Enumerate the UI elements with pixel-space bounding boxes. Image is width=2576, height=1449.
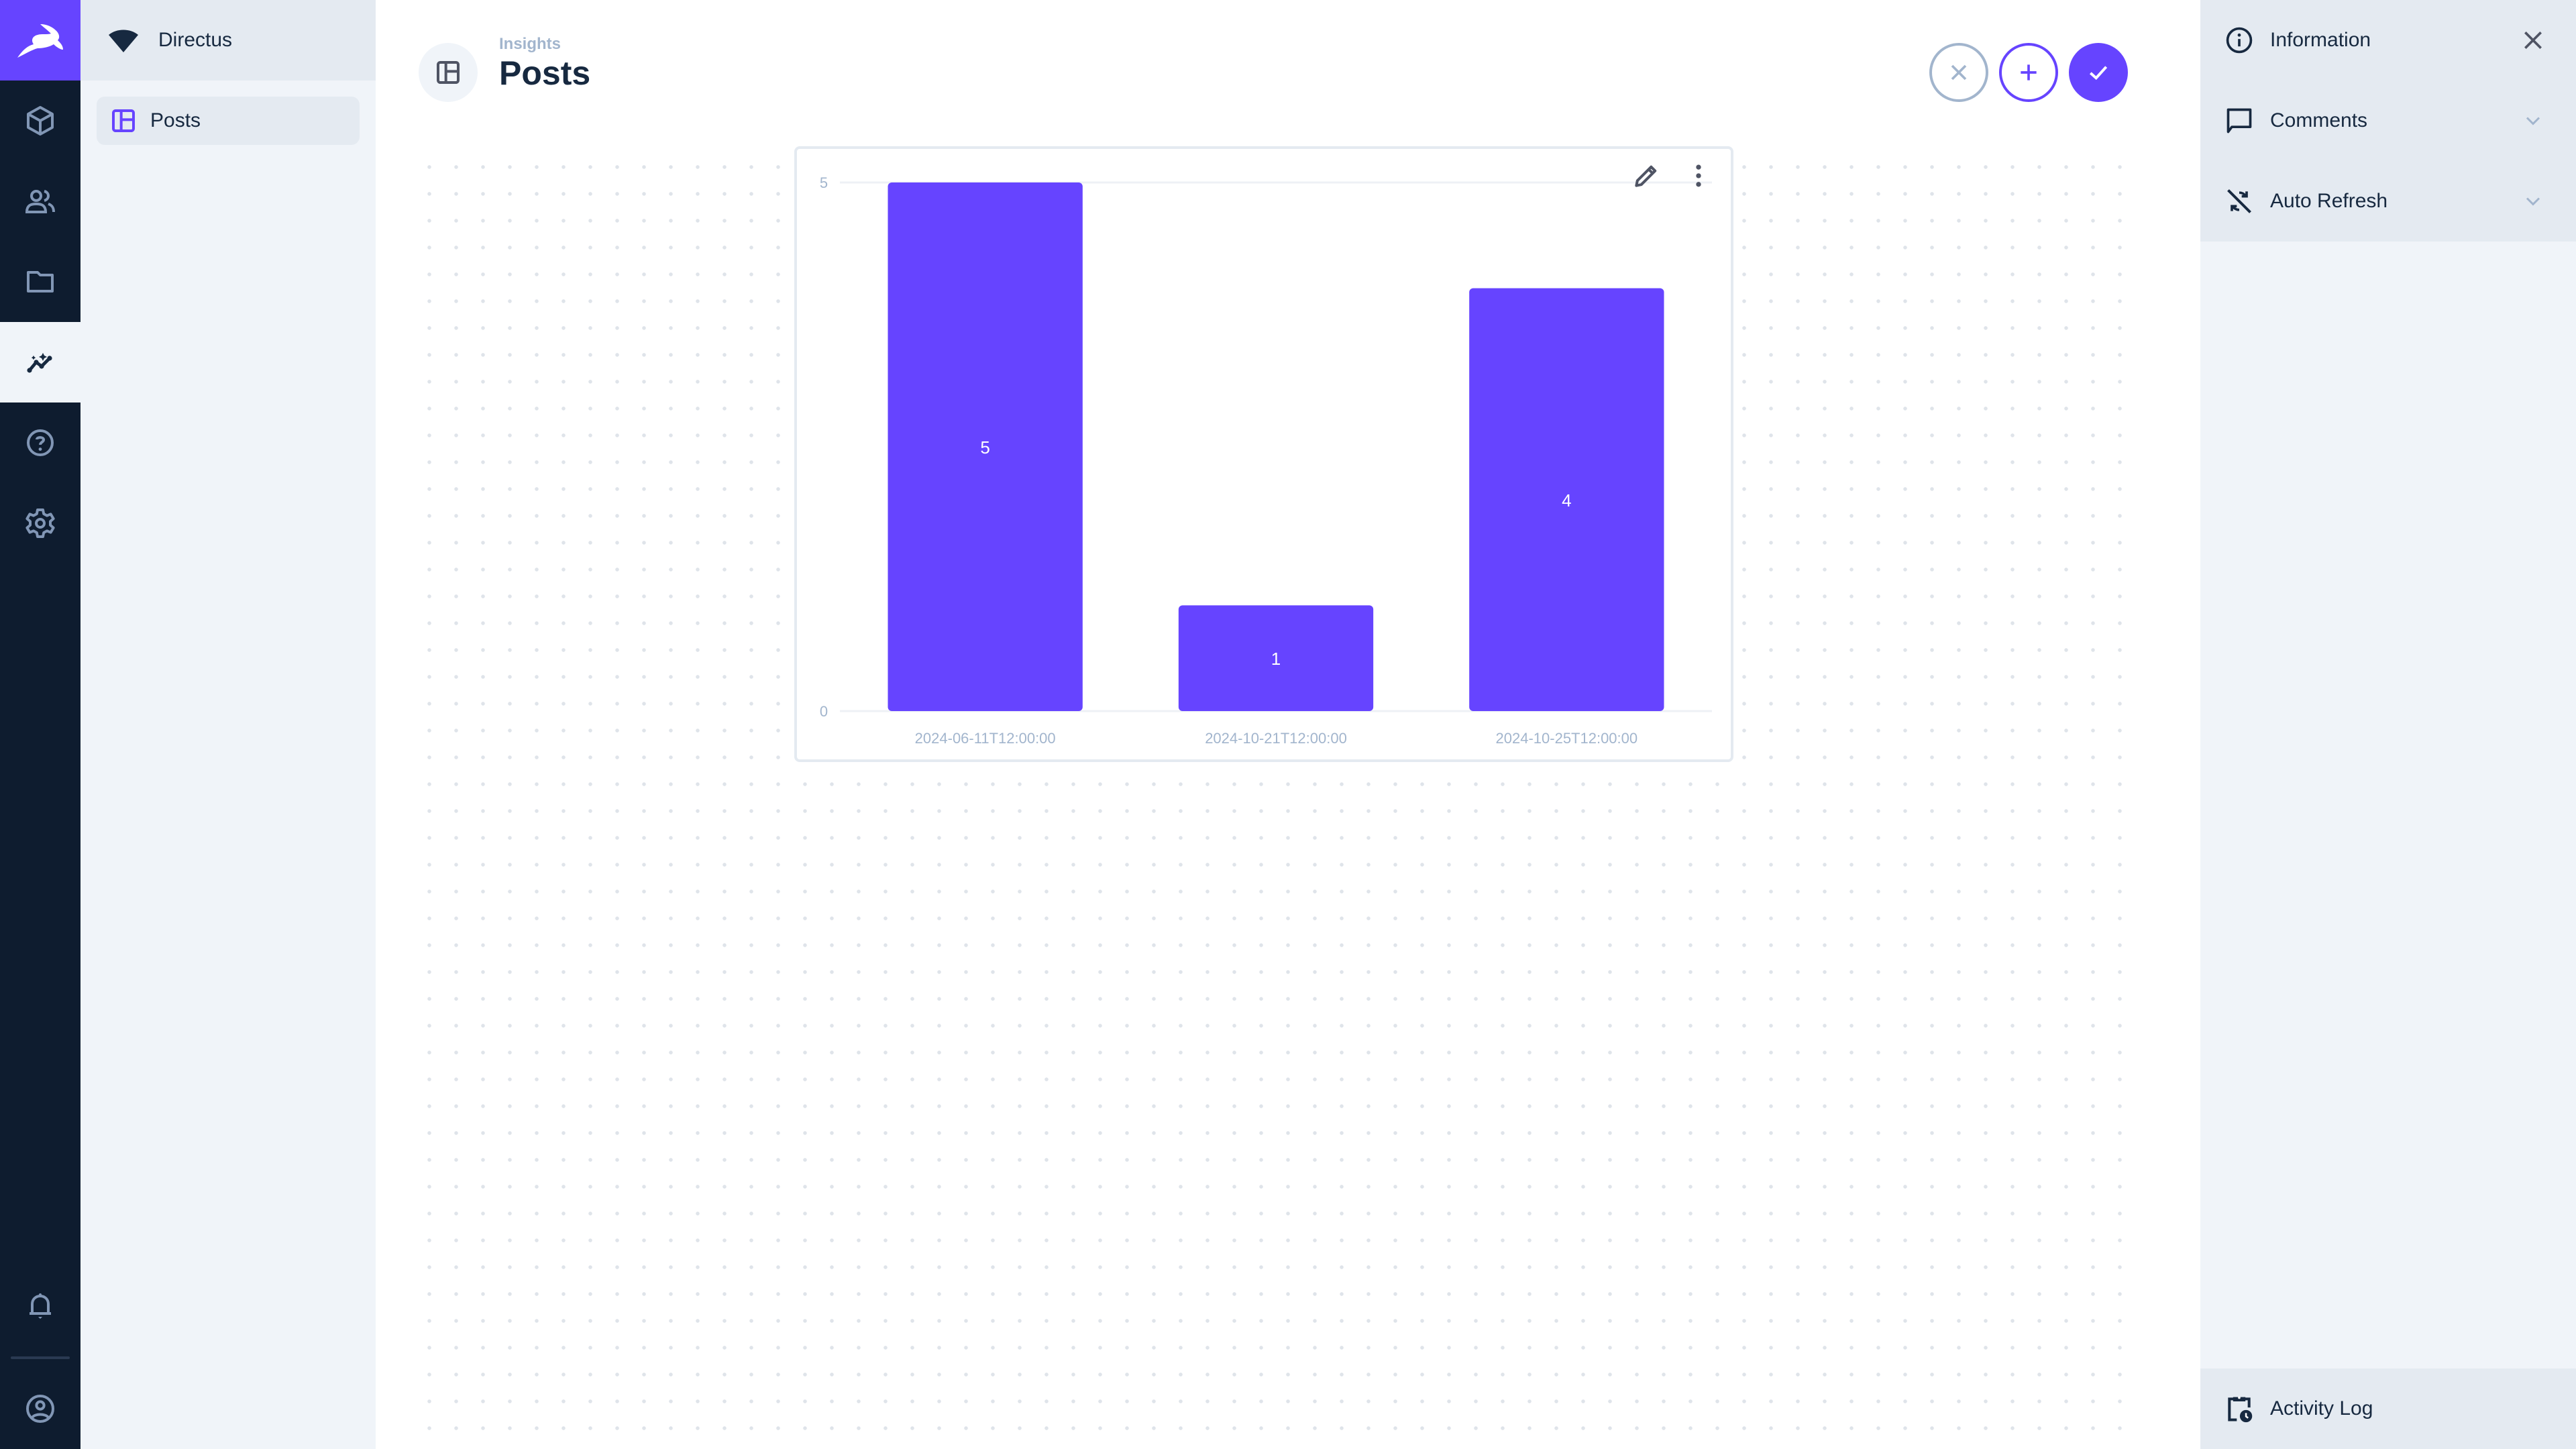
dashboard-icon bbox=[112, 109, 135, 132]
rail-divider bbox=[11, 1356, 70, 1359]
plus-icon bbox=[2021, 64, 2037, 80]
close-icon bbox=[2524, 32, 2542, 49]
expand-auto-refresh-button[interactable] bbox=[2517, 185, 2549, 217]
close-icon bbox=[1951, 64, 1967, 80]
module-help[interactable] bbox=[0, 402, 80, 483]
y-tick-label: 5 bbox=[820, 174, 828, 191]
panel-tools bbox=[1630, 160, 1715, 192]
box-icon bbox=[27, 106, 54, 136]
save-button[interactable] bbox=[2069, 43, 2128, 102]
check-icon bbox=[2089, 66, 2108, 80]
nav-item-posts[interactable]: Posts bbox=[97, 97, 360, 145]
section-label: Auto Refresh bbox=[2270, 190, 2388, 212]
sidebar-section-information[interactable]: Information bbox=[2200, 0, 2576, 80]
add-panel-button[interactable] bbox=[1999, 43, 2058, 102]
y-tick-label: 0 bbox=[820, 703, 828, 720]
section-label: Information bbox=[2270, 29, 2371, 51]
cancel-button[interactable] bbox=[1929, 43, 1988, 102]
module-bar bbox=[0, 0, 80, 1449]
clipboard-clock-icon bbox=[2228, 1396, 2253, 1423]
module-settings[interactable] bbox=[0, 483, 80, 564]
more-vertical-icon bbox=[1696, 164, 1701, 187]
main-content: Insights Posts 0 5 5 2024-06-11T12:00:00 1 20… bbox=[376, 0, 2200, 1449]
module-content[interactable] bbox=[0, 80, 80, 161]
project-header[interactable]: Directus bbox=[80, 0, 376, 80]
breadcrumb[interactable]: Insights bbox=[499, 35, 561, 54]
dashboard-icon bbox=[437, 61, 460, 84]
section-label: Comments bbox=[2270, 109, 2368, 131]
project-logo-icon bbox=[109, 30, 138, 52]
edit-panel-button[interactable] bbox=[1630, 160, 1662, 192]
bar-chart: 0 5 5 2024-06-11T12:00:00 1 2024-10-21T12:00:… bbox=[820, 174, 1712, 747]
header-actions bbox=[1929, 43, 2128, 102]
insights-icon bbox=[27, 353, 52, 373]
comment-icon bbox=[2226, 108, 2252, 133]
module-users[interactable] bbox=[0, 161, 80, 241]
chevron-down-icon bbox=[2526, 117, 2540, 125]
sidebar-section-comments[interactable]: Comments bbox=[2200, 80, 2576, 161]
activity-log-button[interactable]: Activity Log bbox=[2200, 1368, 2576, 1449]
pencil-icon bbox=[1635, 165, 1657, 187]
notifications-button[interactable] bbox=[0, 1267, 80, 1347]
header-bar: Insights Posts bbox=[376, 0, 2200, 144]
user-menu-button[interactable] bbox=[0, 1368, 80, 1449]
help-icon bbox=[27, 429, 54, 456]
users-icon bbox=[25, 190, 55, 213]
header-icon bbox=[419, 43, 478, 102]
x-tick-label: 2024-10-21T12:00:00 bbox=[1205, 730, 1347, 747]
logo[interactable] bbox=[0, 0, 80, 80]
x-tick-label: 2024-10-25T12:00:00 bbox=[1496, 730, 1638, 747]
panel-more-button[interactable] bbox=[1682, 160, 1715, 192]
chart-panel[interactable]: 0 5 5 2024-06-11T12:00:00 1 2024-10-21T12:00:… bbox=[794, 146, 1733, 762]
account-icon bbox=[26, 1395, 54, 1423]
bell-icon bbox=[30, 1293, 51, 1319]
module-insights[interactable] bbox=[0, 322, 80, 402]
data-label: 4 bbox=[1562, 490, 1571, 511]
data-label: 1 bbox=[1271, 649, 1281, 669]
nav-item-label: Posts bbox=[150, 109, 201, 131]
chevron-down-icon bbox=[2526, 197, 2540, 206]
page-title: Posts bbox=[499, 54, 591, 92]
data-label: 5 bbox=[980, 437, 989, 458]
x-tick-label: 2024-06-11T12:00:00 bbox=[915, 730, 1056, 747]
activity-log-label: Activity Log bbox=[2270, 1397, 2373, 1419]
folder-icon bbox=[27, 271, 54, 292]
close-sidebar-button[interactable] bbox=[2517, 24, 2549, 56]
info-icon bbox=[2226, 27, 2253, 54]
sync-disabled-icon bbox=[2227, 189, 2251, 213]
right-sidebar: Information Comments Auto Refresh Activi… bbox=[2200, 0, 2576, 1449]
module-files[interactable] bbox=[0, 241, 80, 322]
rabbit-logo-icon bbox=[17, 24, 63, 58]
gear-icon bbox=[25, 508, 55, 538]
navigation-sidebar: Directus Posts bbox=[80, 0, 376, 1449]
project-name: Directus bbox=[158, 29, 233, 51]
sidebar-section-auto-refresh[interactable]: Auto Refresh bbox=[2200, 161, 2576, 241]
expand-comments-button[interactable] bbox=[2517, 105, 2549, 137]
